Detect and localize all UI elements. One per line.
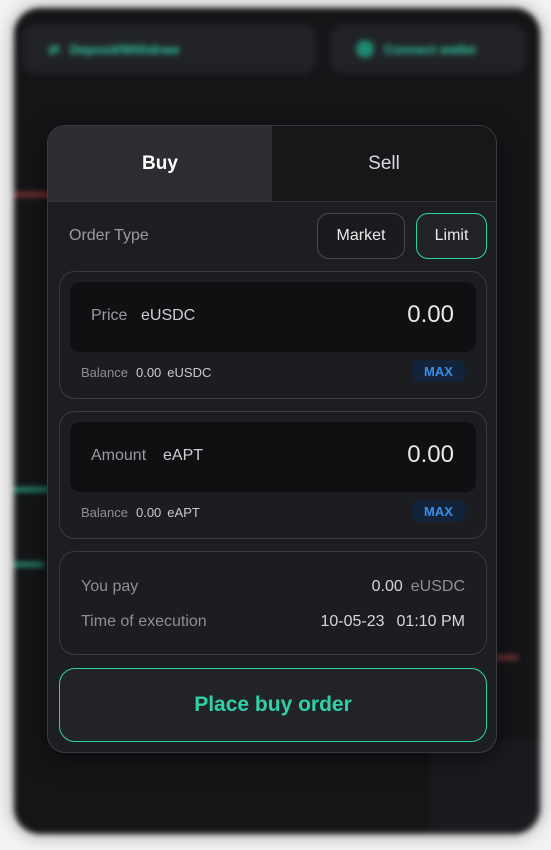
tab-sell[interactable]: Sell	[272, 126, 496, 201]
price-balance-unit: eUSDC	[167, 365, 212, 380]
bg-line	[14, 563, 44, 566]
price-input[interactable]: Price eUSDC 0.00	[70, 282, 476, 352]
price-unit: eUSDC	[141, 307, 196, 324]
you-pay-label: You pay	[81, 578, 139, 595]
amount-card: Amount eAPT 0.00 Balance 0.00 eAPT MAX	[59, 411, 487, 539]
connect-wallet-button: Connect wallet	[330, 24, 526, 74]
order-dialog: Buy Sell Order Type Market Limit Price e…	[47, 125, 497, 753]
place-buy-order-button[interactable]: Place buy order	[59, 668, 487, 742]
market-button[interactable]: Market	[317, 213, 405, 259]
amount-balance-unit: eAPT	[167, 505, 200, 520]
buy-sell-tabs: Buy Sell	[48, 126, 496, 202]
price-max-button[interactable]: MAX	[412, 360, 465, 382]
amount-label: Amount	[91, 447, 147, 464]
you-pay-unit: eUSDC	[410, 578, 465, 595]
you-pay-value: 0.00	[371, 578, 403, 595]
price-label: Price	[91, 307, 128, 324]
amount-value[interactable]: 0.00	[407, 441, 454, 469]
bg-side-panel	[430, 740, 540, 834]
amount-input[interactable]: Amount eAPT 0.00	[70, 422, 476, 492]
price-balance-value: 0.00	[135, 365, 162, 380]
price-balance-label: Balance	[81, 365, 128, 380]
amount-unit: eAPT	[163, 447, 204, 464]
you-pay-value-group: 0.00 eUSDC	[372, 578, 465, 596]
amount-balance: Balance 0.00 eAPT	[81, 505, 200, 520]
amount-balance-value: 0.00	[135, 505, 162, 520]
deposit-withdraw-label: Deposit/Withdraw	[69, 41, 180, 57]
limit-button[interactable]: Limit	[416, 213, 487, 259]
order-type-row: Order Type Market Limit	[48, 213, 496, 261]
execution-time-label: Time of execution	[81, 613, 207, 630]
order-type-label: Order Type	[69, 227, 149, 244]
transfer-icon: ⇄	[48, 40, 60, 57]
bg-line	[14, 488, 50, 491]
connect-wallet-label: Connect wallet	[384, 41, 476, 57]
execution-time-value: 10-05-23 01:10 PM	[320, 613, 465, 631]
price-value[interactable]: 0.00	[407, 301, 454, 329]
price-card: Price eUSDC 0.00 Balance 0.00 eUSDC MAX	[59, 271, 487, 399]
amount-max-button[interactable]: MAX	[412, 500, 465, 522]
summary-card: You pay 0.00 eUSDC Time of execution 10-0…	[59, 551, 487, 655]
execution-date: 10-05-23	[320, 613, 385, 630]
wallet-icon	[356, 40, 374, 58]
deposit-withdraw-button: ⇄ Deposit/Withdraw	[22, 24, 316, 74]
tab-buy[interactable]: Buy	[48, 126, 272, 201]
amount-balance-label: Balance	[81, 505, 128, 520]
execution-time: 01:10 PM	[396, 613, 465, 630]
price-balance: Balance 0.00 eUSDC	[81, 365, 211, 380]
